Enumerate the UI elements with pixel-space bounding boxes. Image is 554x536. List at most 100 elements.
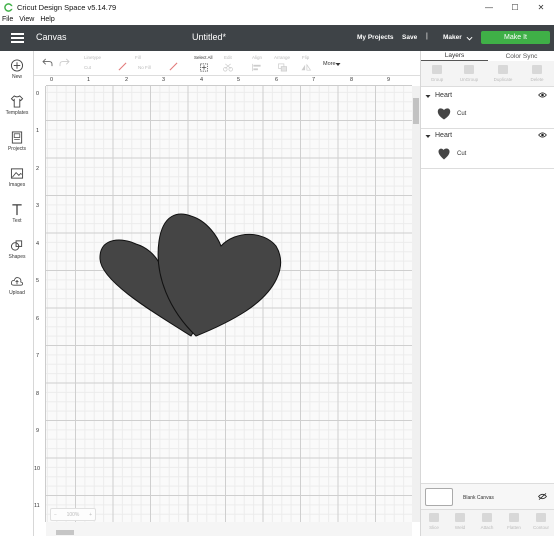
- menu-help[interactable]: Help: [40, 16, 54, 23]
- zoom-level: 100%: [66, 511, 80, 518]
- linetype-select[interactable]: Cut: [84, 65, 91, 70]
- ruler-tick-label: 1: [36, 128, 40, 134]
- weld-button[interactable]: Weld: [447, 513, 473, 530]
- collapse-caret-icon[interactable]: [425, 134, 431, 139]
- visibility-hidden-icon[interactable]: [538, 493, 547, 500]
- layer-item[interactable]: Heart Cut: [421, 129, 554, 169]
- text-icon: [12, 204, 22, 216]
- caret-down-icon[interactable]: [335, 62, 341, 67]
- layer-item[interactable]: Heart Cut: [421, 89, 554, 129]
- menu-file[interactable]: File: [2, 16, 13, 23]
- fill-label: Fill: [135, 55, 141, 60]
- group-button[interactable]: Group: [423, 65, 451, 82]
- duplicate-button[interactable]: Duplicate: [489, 65, 517, 82]
- sidebar-item-label: New: [11, 74, 22, 80]
- contour-button[interactable]: Contour: [528, 513, 554, 530]
- save-button[interactable]: Save: [402, 34, 417, 41]
- delete-button[interactable]: Delete: [523, 65, 551, 82]
- vertical-scrollbar[interactable]: [412, 86, 420, 522]
- select-all-icon[interactable]: [199, 63, 209, 72]
- maximize-button[interactable]: ☐: [502, 0, 528, 14]
- ungroup-button[interactable]: UnGroup: [455, 65, 483, 82]
- align-label: Align: [252, 55, 263, 60]
- minimize-button[interactable]: —: [476, 0, 502, 14]
- undo-icon[interactable]: [42, 58, 53, 67]
- slice-button[interactable]: Slice: [421, 513, 447, 530]
- collapse-caret-icon[interactable]: [425, 94, 431, 99]
- edit-label: Edit: [224, 55, 232, 60]
- select-all-button[interactable]: Select All: [194, 55, 213, 60]
- sidebar-item-shapes[interactable]: Shapes: [0, 239, 34, 260]
- align-icon[interactable]: [251, 63, 263, 72]
- layer-operation: Cut: [457, 151, 467, 157]
- horizontal-ruler: 0 1 2 3 4 5 6 7 8 9: [46, 76, 412, 86]
- zoom-out-button[interactable]: −: [54, 512, 57, 518]
- sidebar-item-new[interactable]: New: [0, 59, 34, 80]
- sidebar-item-upload[interactable]: Upload: [0, 275, 34, 296]
- ruler-tick-label: 5: [237, 77, 241, 83]
- design-canvas[interactable]: [46, 86, 412, 522]
- ruler-tick-label: 7: [312, 77, 316, 83]
- upload-icon: [10, 277, 24, 286]
- linetype-label: Linetype: [84, 55, 102, 60]
- fill-swatch-icon[interactable]: [169, 62, 178, 71]
- layer-tools: Group UnGroup Duplicate Delete: [421, 61, 554, 87]
- cricut-logo-icon: [4, 2, 13, 12]
- menu-view[interactable]: View: [19, 16, 34, 23]
- tab-color-sync[interactable]: Color Sync: [488, 51, 554, 61]
- zoom-in-button[interactable]: +: [89, 512, 92, 518]
- my-projects-button[interactable]: My Projects: [357, 34, 394, 41]
- linetype-swatch-icon[interactable]: [118, 62, 127, 71]
- close-button[interactable]: ✕: [528, 0, 554, 14]
- panel-tabs: Layers Color Sync: [421, 51, 554, 61]
- ruler-tick-label: 7: [36, 353, 40, 359]
- layer-actions-bar: Slice Weld Attach Flatten Contour: [421, 509, 554, 536]
- hamburger-menu-icon[interactable]: [11, 33, 24, 43]
- canvas-artwork: [99, 213, 281, 337]
- sidebar-item-text[interactable]: Text: [0, 203, 34, 224]
- scrollbar-thumb[interactable]: [413, 98, 419, 124]
- canvas-color-swatch[interactable]: [425, 488, 453, 506]
- redo-icon[interactable]: [59, 58, 70, 67]
- flatten-button[interactable]: Flatten: [501, 513, 527, 530]
- machine-select[interactable]: Maker: [443, 34, 462, 41]
- blank-canvas-label: Blank Canvas: [463, 495, 494, 501]
- arrange-label: Arrange: [274, 55, 291, 60]
- visibility-eye-icon[interactable]: [538, 92, 547, 98]
- flatten-icon: [509, 513, 519, 522]
- attach-button[interactable]: Attach: [474, 513, 500, 530]
- ruler-tick-label: 8: [36, 391, 40, 397]
- edit-icon[interactable]: [222, 63, 234, 72]
- ruler-tick-label: 1: [87, 77, 91, 83]
- ruler-tick-label: 0: [50, 77, 54, 83]
- fill-select[interactable]: No Fill: [138, 65, 151, 70]
- flip-icon[interactable]: [300, 63, 312, 72]
- chevron-down-icon[interactable]: [466, 35, 473, 42]
- shapes-icon: [10, 240, 23, 251]
- sidebar-item-images[interactable]: Images: [0, 167, 34, 188]
- arrange-icon[interactable]: [277, 63, 289, 72]
- vertical-ruler: 0 1 2 3 4 5 6 7 8 9 10 11: [34, 86, 46, 522]
- tab-layers[interactable]: Layers: [421, 51, 488, 61]
- zoom-control: − 100% +: [50, 508, 96, 521]
- ruler-tick-label: 11: [34, 503, 40, 509]
- blank-canvas-layer[interactable]: Blank Canvas: [421, 483, 554, 509]
- scrollbar-thumb[interactable]: [56, 530, 74, 535]
- header-separator: |: [426, 33, 428, 40]
- flip-label: Flip: [302, 55, 310, 60]
- horizontal-scrollbar[interactable]: [46, 522, 412, 536]
- ruler-tick-label: 6: [36, 316, 40, 322]
- sidebar-item-projects[interactable]: Projects: [0, 131, 34, 152]
- projects-icon: [11, 131, 23, 144]
- sidebar-item-label: Images: [8, 182, 26, 188]
- ungroup-icon: [464, 65, 474, 74]
- heart-thumbnail-icon: [438, 148, 450, 160]
- visibility-eye-icon[interactable]: [538, 132, 547, 138]
- layer-operation: Cut: [457, 111, 467, 117]
- app-header: Canvas Untitled* My Projects Save | Make…: [0, 25, 554, 51]
- ruler-tick-label: 4: [200, 77, 204, 83]
- more-menu-button[interactable]: More: [323, 61, 336, 67]
- make-it-button[interactable]: Make It: [481, 31, 550, 44]
- window-title: Cricut Design Space v5.14.79: [17, 2, 117, 12]
- sidebar-item-templates[interactable]: Templates: [0, 95, 34, 116]
